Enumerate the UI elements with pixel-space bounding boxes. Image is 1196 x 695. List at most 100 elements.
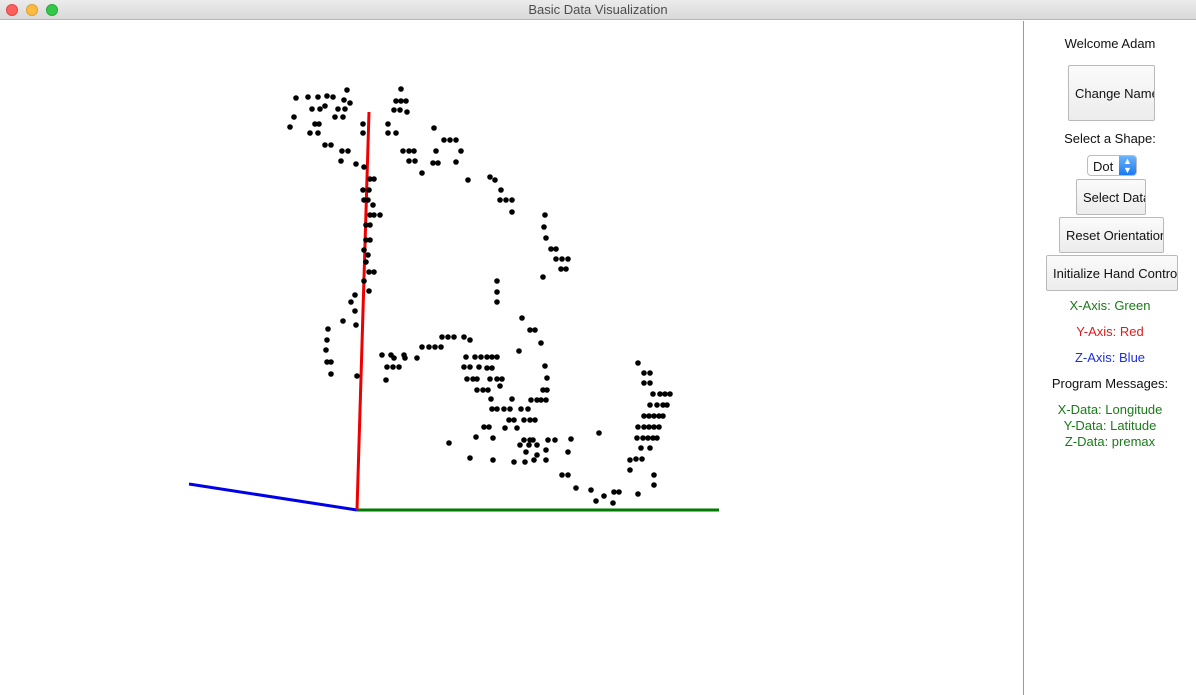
- data-point: [474, 387, 480, 393]
- data-point: [543, 235, 549, 241]
- data-point: [461, 334, 467, 340]
- data-point: [490, 435, 496, 441]
- y-axis-legend: Y-Axis: Red: [1076, 324, 1144, 339]
- data-point: [641, 370, 647, 376]
- data-point: [544, 375, 550, 381]
- data-point: [487, 174, 493, 180]
- initialize-hand-control-button[interactable]: Initialize Hand Control: [1046, 255, 1178, 291]
- data-point: [414, 355, 420, 361]
- data-point: [502, 425, 508, 431]
- data-point: [328, 359, 334, 365]
- data-point: [660, 413, 666, 419]
- data-point: [366, 288, 372, 294]
- data-point: [411, 148, 417, 154]
- chevron-up-down-icon: ▲ ▼: [1119, 156, 1136, 175]
- data-point: [540, 274, 546, 280]
- y-axis-line: [355, 111, 371, 511]
- data-point: [323, 347, 329, 353]
- reset-orientation-button[interactable]: Reset Orientation: [1059, 217, 1164, 253]
- data-point: [430, 160, 436, 166]
- z-axis-legend: Z-Axis: Blue: [1074, 350, 1146, 365]
- data-point: [639, 456, 645, 462]
- data-point: [293, 95, 299, 101]
- data-point: [393, 130, 399, 136]
- data-point: [447, 137, 453, 143]
- data-point: [328, 142, 334, 148]
- data-point: [509, 197, 515, 203]
- data-point: [627, 457, 633, 463]
- data-point: [596, 430, 602, 436]
- data-point: [521, 417, 527, 423]
- data-point: [588, 487, 594, 493]
- data-point: [538, 340, 544, 346]
- data-point: [511, 417, 517, 423]
- data-point: [509, 396, 515, 402]
- data-point: [662, 391, 668, 397]
- data-point: [532, 327, 538, 333]
- data-point: [366, 269, 372, 275]
- data-point: [461, 364, 467, 370]
- data-point: [530, 437, 536, 443]
- data-point: [338, 158, 344, 164]
- data-point: [467, 364, 473, 370]
- data-point: [521, 437, 527, 443]
- data-point: [438, 344, 444, 350]
- data-point: [563, 266, 569, 272]
- data-point: [371, 176, 377, 182]
- select-shape-label: Select a Shape:: [1064, 131, 1156, 146]
- data-point: [287, 124, 293, 130]
- data-point: [377, 212, 383, 218]
- change-name-button[interactable]: Change Name: [1068, 65, 1155, 121]
- data-point: [328, 371, 334, 377]
- data-point: [432, 344, 438, 350]
- data-point: [345, 148, 351, 154]
- data-point: [654, 435, 660, 441]
- data-point: [361, 164, 367, 170]
- data-point: [646, 413, 652, 419]
- data-point: [363, 259, 369, 265]
- data-point: [403, 98, 409, 104]
- data-point: [640, 435, 646, 441]
- data-point: [494, 299, 500, 305]
- data-point: [503, 197, 509, 203]
- data-point: [330, 94, 336, 100]
- data-point: [635, 424, 641, 430]
- data-point: [531, 457, 537, 463]
- data-point: [467, 455, 473, 461]
- select-data-button[interactable]: Select Data: [1076, 179, 1146, 215]
- z-data-message: Z-Data: premax: [1064, 434, 1156, 449]
- data-point: [481, 424, 487, 430]
- data-point: [371, 212, 377, 218]
- data-point: [527, 417, 533, 423]
- shape-select[interactable]: Dot ▲ ▼: [1087, 155, 1137, 176]
- data-point: [635, 491, 641, 497]
- data-point: [532, 417, 538, 423]
- data-point: [548, 246, 554, 252]
- data-point: [439, 334, 445, 340]
- data-point: [559, 256, 565, 262]
- data-point: [397, 107, 403, 113]
- data-point: [379, 352, 385, 358]
- data-point: [488, 396, 494, 402]
- data-point: [627, 467, 633, 473]
- data-point: [541, 224, 547, 230]
- data-point: [474, 376, 480, 382]
- data-point: [542, 212, 548, 218]
- data-point: [543, 457, 549, 463]
- data-point: [404, 109, 410, 115]
- data-point: [360, 130, 366, 136]
- 3d-scatter-canvas[interactable]: [0, 21, 1023, 695]
- data-point: [453, 137, 459, 143]
- data-point: [651, 424, 657, 430]
- data-point: [352, 292, 358, 298]
- data-point: [514, 425, 520, 431]
- data-point: [480, 387, 486, 393]
- data-point: [385, 121, 391, 127]
- data-point: [497, 197, 503, 203]
- data-point: [534, 442, 540, 448]
- data-point: [517, 442, 523, 448]
- data-point: [593, 498, 599, 504]
- control-panel: Welcome Adam Change Name Select a Shape:…: [1024, 21, 1196, 695]
- data-point: [445, 334, 451, 340]
- data-point: [634, 435, 640, 441]
